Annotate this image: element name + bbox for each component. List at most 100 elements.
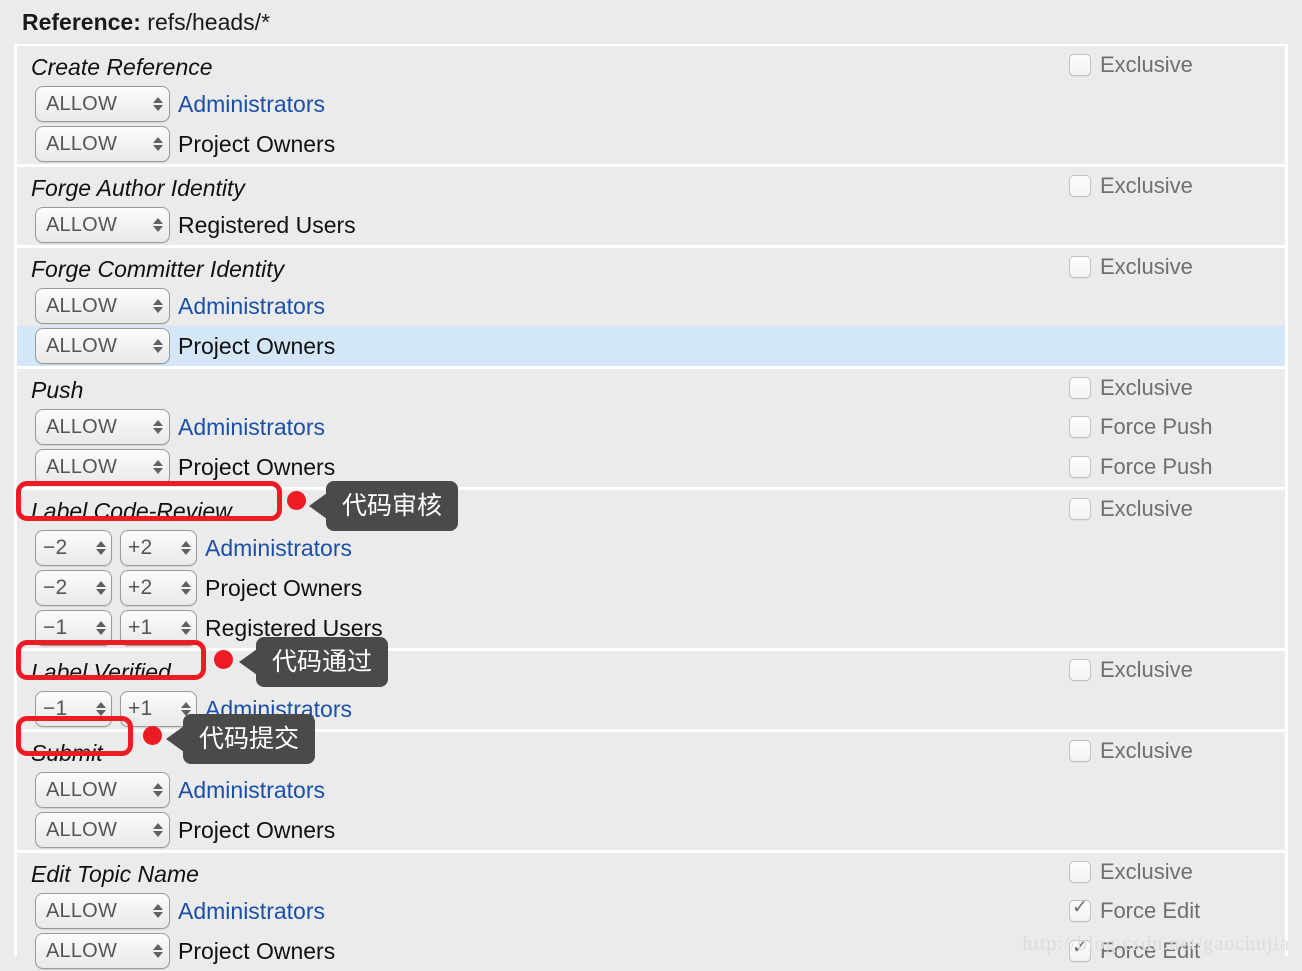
checkbox-force-push[interactable] bbox=[1069, 456, 1091, 478]
stepper-arrows-icon[interactable] bbox=[153, 339, 163, 353]
stepper-arrows-icon[interactable] bbox=[153, 823, 163, 837]
stepper-arrows-icon[interactable] bbox=[153, 97, 163, 111]
group-link[interactable]: Administrators bbox=[205, 535, 352, 562]
permission-select[interactable]: −1 bbox=[35, 610, 112, 646]
checkbox-row: Exclusive bbox=[1069, 651, 1285, 689]
group-label: Project Owners bbox=[178, 816, 336, 843]
stepper-arrows-icon[interactable] bbox=[153, 944, 163, 958]
checkbox-column: Exclusive bbox=[1035, 167, 1285, 245]
permission-select-value: −1 bbox=[43, 697, 68, 720]
group-link[interactable]: Administrators bbox=[178, 777, 325, 804]
stepper-arrows-icon[interactable] bbox=[96, 621, 106, 635]
permission-select[interactable]: −2 bbox=[35, 570, 112, 606]
stepper-arrows-icon[interactable] bbox=[96, 702, 106, 716]
permission-select[interactable]: +2 bbox=[120, 530, 197, 566]
checkbox-label: Exclusive bbox=[1100, 496, 1193, 521]
checkbox-label: Exclusive bbox=[1100, 173, 1193, 198]
stepper-arrows-icon[interactable] bbox=[153, 137, 163, 151]
permission-select[interactable]: +2 bbox=[120, 570, 197, 606]
group-label: Project Owners bbox=[178, 453, 336, 480]
permission-select[interactable]: −2 bbox=[35, 530, 112, 566]
permission-select-value: ALLOW bbox=[46, 778, 118, 801]
annotation-dot-icon bbox=[287, 491, 306, 510]
permission-select[interactable]: ALLOW bbox=[35, 288, 170, 324]
permission-select-value: +2 bbox=[128, 536, 153, 559]
checkbox-row: Force Push bbox=[1069, 447, 1285, 487]
permission-select[interactable]: ALLOW bbox=[35, 933, 170, 969]
permission-select[interactable]: ALLOW bbox=[35, 772, 170, 808]
checkbox-exclusive[interactable] bbox=[1069, 740, 1091, 762]
permission-select[interactable]: ALLOW bbox=[35, 893, 170, 929]
permission-section: Forge Committer Identity ALLOW Administrat… bbox=[17, 248, 1285, 369]
group-label: Project Owners bbox=[178, 130, 336, 157]
stepper-arrows-icon[interactable] bbox=[181, 621, 191, 635]
checkbox-exclusive[interactable] bbox=[1069, 659, 1091, 681]
section-title: Submit bbox=[31, 740, 103, 766]
permission-select[interactable]: ALLOW bbox=[35, 126, 170, 162]
permission-select-value: +1 bbox=[128, 697, 153, 720]
stepper-arrows-icon[interactable] bbox=[153, 783, 163, 797]
checkbox-row: Exclusive bbox=[1069, 853, 1285, 891]
permission-select[interactable]: ALLOW bbox=[35, 812, 170, 848]
checkbox-label: Exclusive bbox=[1100, 375, 1193, 400]
permissions-panel: Create Reference ALLOW Administrators ALLOW… bbox=[14, 44, 1288, 969]
stepper-arrows-icon[interactable] bbox=[153, 218, 163, 232]
checkbox-exclusive[interactable] bbox=[1069, 175, 1091, 197]
checkbox-row: Exclusive bbox=[1069, 167, 1285, 205]
checkbox-row: Exclusive bbox=[1069, 46, 1285, 84]
group-link[interactable]: Administrators bbox=[178, 414, 325, 441]
checkbox-row: Exclusive bbox=[1069, 490, 1285, 528]
checkbox-exclusive[interactable] bbox=[1069, 54, 1091, 76]
stepper-arrows-icon[interactable] bbox=[96, 541, 106, 555]
checkbox-label: Force Push bbox=[1100, 414, 1213, 439]
checkbox-row bbox=[1069, 205, 1285, 245]
stepper-arrows-icon[interactable] bbox=[153, 904, 163, 918]
checkbox-column: Exclusive bbox=[1035, 46, 1285, 164]
stepper-arrows-icon[interactable] bbox=[153, 299, 163, 313]
permission-select-value: ALLOW bbox=[46, 818, 118, 841]
reference-header: Reference: refs/heads/* bbox=[22, 9, 270, 36]
checkbox-exclusive[interactable] bbox=[1069, 861, 1091, 883]
group-link[interactable]: Administrators bbox=[178, 293, 325, 320]
permission-select[interactable]: −1 bbox=[35, 691, 112, 727]
checkbox-exclusive[interactable] bbox=[1069, 377, 1091, 399]
checkbox-force-push[interactable] bbox=[1069, 416, 1091, 438]
permission-select[interactable]: ALLOW bbox=[35, 409, 170, 445]
checkbox-label: Exclusive bbox=[1100, 859, 1193, 884]
group-label: Registered Users bbox=[178, 211, 356, 238]
section-title: Edit Topic Name bbox=[31, 861, 199, 887]
checkbox-force-edit[interactable] bbox=[1069, 897, 1091, 922]
permission-select[interactable]: ALLOW bbox=[35, 449, 170, 485]
section-title: Forge Committer Identity bbox=[31, 256, 285, 282]
section-title: Push bbox=[31, 377, 84, 403]
stepper-arrows-icon[interactable] bbox=[181, 581, 191, 595]
checkbox-row bbox=[1069, 568, 1285, 608]
checkbox-label: Force Push bbox=[1100, 454, 1213, 479]
stepper-arrows-icon[interactable] bbox=[181, 541, 191, 555]
permission-section: Label Code-Review −2 +2 Administrators −2 +2 P… bbox=[17, 490, 1285, 651]
checkbox-exclusive[interactable] bbox=[1069, 256, 1091, 278]
group-link[interactable]: Administrators bbox=[178, 91, 325, 118]
checkbox-label: Force Edit bbox=[1100, 898, 1201, 923]
permission-select-value: ALLOW bbox=[46, 92, 118, 115]
checkbox-row: Force Edit bbox=[1069, 891, 1285, 931]
group-link[interactable]: Administrators bbox=[178, 898, 325, 925]
checkbox-row bbox=[1069, 326, 1285, 366]
checkbox-column: Exclusive Force Push Force Push bbox=[1035, 369, 1285, 487]
annotation-callout: 代码审核 bbox=[326, 481, 459, 531]
stepper-arrows-icon[interactable] bbox=[153, 420, 163, 434]
checkbox-row bbox=[1069, 528, 1285, 568]
checkbox-row: Force Push bbox=[1069, 407, 1285, 447]
stepper-arrows-icon[interactable] bbox=[96, 581, 106, 595]
permission-select[interactable]: +1 bbox=[120, 610, 197, 646]
group-label: Project Owners bbox=[178, 332, 336, 359]
permission-select[interactable]: ALLOW bbox=[35, 328, 170, 364]
checkbox-exclusive[interactable] bbox=[1069, 498, 1091, 520]
checkbox-row bbox=[1069, 770, 1285, 810]
permission-select-value: +2 bbox=[128, 576, 153, 599]
permission-select[interactable]: ALLOW bbox=[35, 207, 170, 243]
stepper-arrows-icon[interactable] bbox=[153, 460, 163, 474]
section-title: Forge Author Identity bbox=[31, 175, 245, 201]
group-label: Project Owners bbox=[205, 574, 363, 601]
permission-select[interactable]: ALLOW bbox=[35, 86, 170, 122]
